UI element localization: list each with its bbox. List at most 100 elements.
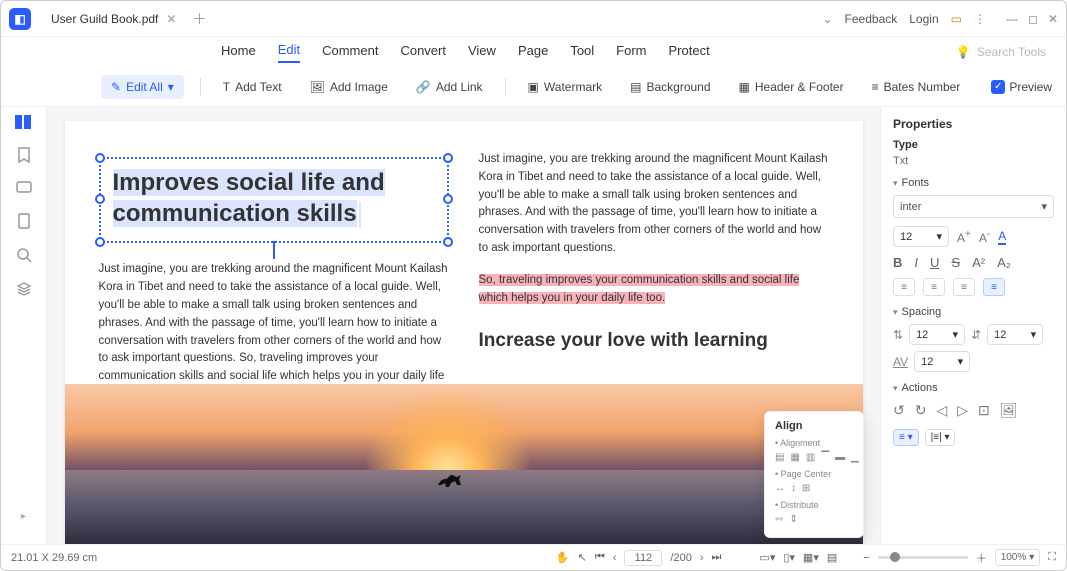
body-paragraph[interactable]: Just imagine, you are trekking around th… bbox=[99, 261, 449, 404]
login-link[interactable]: Login bbox=[909, 12, 938, 26]
zoom-out-icon[interactable]: − bbox=[863, 552, 869, 564]
minimize-icon[interactable]: — bbox=[1006, 12, 1018, 26]
rotate-right-icon[interactable]: ↻ bbox=[915, 402, 927, 419]
chevron-down-icon[interactable]: ⌄ bbox=[822, 12, 832, 26]
text-align-left[interactable]: ≡ bbox=[893, 278, 915, 296]
background-button[interactable]: ▤Background bbox=[624, 76, 716, 98]
maximize-icon[interactable]: ◻ bbox=[1028, 12, 1038, 26]
rotate-left-icon[interactable]: ↺ bbox=[893, 402, 905, 419]
first-page-icon[interactable]: ⏮ bbox=[595, 551, 605, 564]
resize-handle[interactable] bbox=[443, 237, 453, 247]
two-page-icon[interactable]: ▤ bbox=[827, 551, 837, 564]
decrease-font-icon[interactable]: A- bbox=[979, 229, 990, 245]
add-text-button[interactable]: TAdd Text bbox=[217, 76, 288, 98]
zoom-slider[interactable] bbox=[878, 556, 968, 559]
thumbnails-icon[interactable] bbox=[15, 115, 33, 129]
actions-section[interactable]: Actions bbox=[893, 382, 1054, 394]
text-align-justify[interactable]: ≡ bbox=[983, 278, 1005, 296]
bates-number-button[interactable]: ≡Bates Number bbox=[866, 76, 967, 98]
replace-icon[interactable]: 🖼 bbox=[1000, 402, 1018, 419]
underline-icon[interactable]: U bbox=[930, 255, 939, 270]
resize-handle[interactable] bbox=[95, 194, 105, 204]
resize-handle[interactable] bbox=[443, 153, 453, 163]
hero-image[interactable] bbox=[65, 384, 863, 544]
resize-handle[interactable] bbox=[443, 194, 453, 204]
last-page-icon[interactable]: ⏭ bbox=[712, 551, 722, 564]
expand-sidebar-icon[interactable]: ▸ bbox=[21, 511, 26, 522]
align-center-icon[interactable]: ▦ bbox=[790, 452, 799, 463]
subscript-icon[interactable]: A₂ bbox=[997, 255, 1011, 270]
fit-width-icon[interactable]: ▭▾ bbox=[759, 551, 775, 564]
line-spacing-select[interactable]: 12▾ bbox=[909, 324, 965, 345]
italic-icon[interactable]: I bbox=[914, 255, 918, 270]
menu-view[interactable]: View bbox=[468, 43, 496, 62]
app-logo[interactable]: ◧ bbox=[9, 8, 31, 30]
document-canvas[interactable]: Improves social life and communication s… bbox=[47, 107, 880, 544]
align-middle-icon[interactable]: ▬ bbox=[835, 452, 845, 463]
page-number-input[interactable]: 112 bbox=[624, 550, 662, 566]
single-page-icon[interactable]: ▦▾ bbox=[803, 551, 819, 564]
close-window-icon[interactable]: ✕ bbox=[1048, 12, 1058, 26]
search-icon[interactable] bbox=[16, 247, 32, 263]
add-image-button[interactable]: 🖼Add Image bbox=[304, 76, 394, 98]
sub-heading[interactable]: Increase your love with learning bbox=[479, 326, 829, 355]
editable-heading[interactable]: Improves social life and communication s… bbox=[113, 167, 435, 229]
zoom-in-icon[interactable]: ＋ bbox=[976, 550, 987, 566]
list-style-1[interactable]: ≡ ▾ bbox=[893, 429, 919, 446]
text-align-center[interactable]: ≡ bbox=[923, 278, 945, 296]
next-page-icon[interactable]: › bbox=[700, 552, 704, 564]
crop-icon[interactable]: ⊡ bbox=[978, 402, 990, 419]
align-bottom-icon[interactable]: ▁ bbox=[851, 452, 859, 463]
hand-tool-icon[interactable]: ✋ bbox=[556, 551, 570, 564]
strikethrough-icon[interactable]: S bbox=[951, 255, 960, 270]
fonts-section[interactable]: Fonts bbox=[893, 177, 1054, 189]
search-tools[interactable]: 💡 Search Tools bbox=[956, 45, 1046, 59]
align-right-icon[interactable]: ▥ bbox=[806, 452, 815, 463]
menu-form[interactable]: Form bbox=[616, 43, 646, 62]
bold-icon[interactable]: B bbox=[893, 255, 902, 270]
bookmark-icon[interactable] bbox=[17, 147, 31, 163]
document-tab[interactable]: User Guild Book.pdf ✕ bbox=[41, 8, 186, 30]
notification-icon[interactable]: ▭ bbox=[951, 12, 962, 26]
distribute-v-icon[interactable]: ⇕ bbox=[789, 514, 797, 525]
spacing-section[interactable]: Spacing bbox=[893, 306, 1054, 318]
kebab-menu-icon[interactable]: ⋮ bbox=[974, 12, 986, 26]
attachment-icon[interactable] bbox=[17, 213, 31, 229]
font-size-select[interactable]: 12▾ bbox=[893, 226, 949, 247]
menu-tool[interactable]: Tool bbox=[570, 43, 594, 62]
watermark-button[interactable]: ▣Watermark bbox=[522, 76, 609, 98]
center-h-icon[interactable]: ↔ bbox=[775, 483, 785, 494]
menu-comment[interactable]: Comment bbox=[322, 43, 378, 62]
add-link-button[interactable]: 🔗Add Link bbox=[410, 76, 489, 98]
body-paragraph[interactable]: Just imagine, you are trekking around th… bbox=[479, 151, 829, 258]
select-tool-icon[interactable]: ↖ bbox=[578, 551, 587, 564]
prev-page-icon[interactable]: ‹ bbox=[613, 552, 617, 564]
list-style-2[interactable]: |≡| ▾ bbox=[925, 429, 956, 446]
layers-icon[interactable] bbox=[16, 281, 32, 297]
font-family-select[interactable]: inter▾ bbox=[893, 195, 1054, 218]
new-tab-button[interactable]: ＋ bbox=[192, 9, 206, 29]
superscript-icon[interactable]: A² bbox=[972, 255, 985, 270]
fit-page-icon[interactable]: ▯▾ bbox=[783, 551, 795, 564]
char-spacing-select[interactable]: 12▾ bbox=[914, 351, 970, 372]
text-align-right[interactable]: ≡ bbox=[953, 278, 975, 296]
header-footer-button[interactable]: ▦Header & Footer bbox=[733, 76, 850, 98]
selected-text-frame[interactable]: Improves social life and communication s… bbox=[99, 157, 449, 243]
fullscreen-icon[interactable]: ⛶ bbox=[1048, 551, 1056, 564]
align-left-icon[interactable]: ▤ bbox=[775, 452, 784, 463]
resize-handle[interactable] bbox=[95, 153, 105, 163]
center-both-icon[interactable]: ⊞ bbox=[802, 483, 810, 494]
zoom-level-select[interactable]: 100%▾ bbox=[995, 549, 1041, 566]
highlighted-paragraph[interactable]: So, traveling improves your communicatio… bbox=[479, 272, 829, 308]
align-top-icon[interactable]: ▔ bbox=[821, 452, 829, 463]
increase-font-icon[interactable]: A+ bbox=[957, 229, 971, 245]
menu-convert[interactable]: Convert bbox=[400, 43, 446, 62]
menu-edit[interactable]: Edit bbox=[278, 42, 300, 63]
menu-home[interactable]: Home bbox=[221, 43, 256, 62]
distribute-h-icon[interactable]: ⇿ bbox=[775, 514, 783, 525]
edit-all-button[interactable]: ✎ Edit All ▾ bbox=[101, 75, 184, 99]
menu-protect[interactable]: Protect bbox=[669, 43, 710, 62]
center-v-icon[interactable]: ↕ bbox=[791, 483, 796, 494]
menu-page[interactable]: Page bbox=[518, 43, 548, 62]
flip-h-icon[interactable]: ◁ bbox=[936, 402, 947, 419]
